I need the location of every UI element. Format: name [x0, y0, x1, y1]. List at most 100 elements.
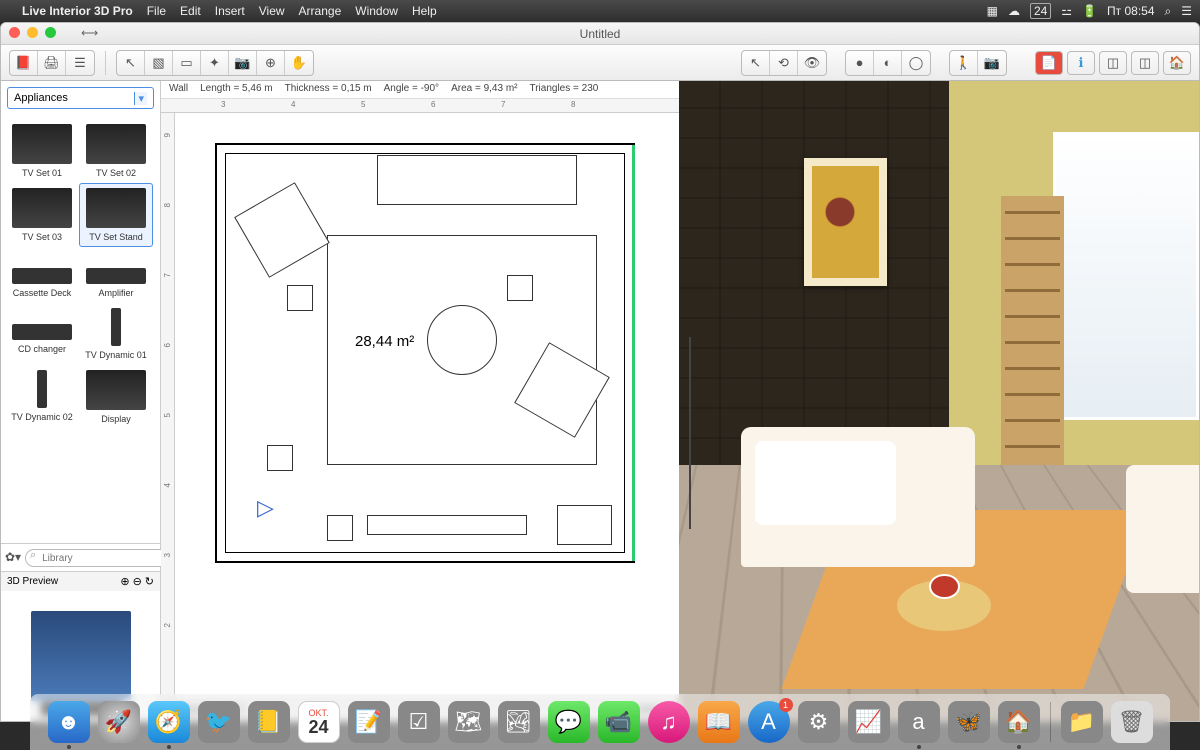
minimize-button[interactable]: [27, 27, 38, 38]
category-select[interactable]: Appliances: [7, 87, 154, 109]
dock-ibooks[interactable]: 📖: [698, 701, 740, 743]
library-item[interactable]: TV Dynamic 02: [5, 365, 79, 429]
tool-pan[interactable]: ✋: [285, 51, 313, 75]
dock-maps[interactable]: 🗺: [448, 701, 490, 743]
expand-icon[interactable]: ⟷: [81, 26, 98, 40]
dock-app2[interactable]: 🦋: [948, 701, 990, 743]
macos-menubar: Live Interior 3D Pro File Edit Insert Vi…: [0, 0, 1200, 22]
app-name[interactable]: Live Interior 3D Pro: [22, 4, 133, 18]
tool-play[interactable]: ◐: [874, 51, 902, 75]
dock-activity[interactable]: 📈: [848, 701, 890, 743]
status-icon[interactable]: ☁: [1008, 4, 1020, 18]
dock-finder[interactable]: ☻: [48, 701, 90, 743]
status-date[interactable]: 24: [1030, 3, 1051, 19]
dock-photos[interactable]: 🏞: [498, 701, 540, 743]
tool-arrow[interactable]: ↖: [742, 51, 770, 75]
dock-safari[interactable]: 🧭: [148, 701, 190, 743]
preview-label[interactable]: 3D Preview: [7, 576, 58, 587]
library-sidebar: Appliances TV Set 01TV Set 02TV Set 03TV…: [1, 81, 161, 721]
zoom-reset-icon[interactable]: ↻: [145, 575, 154, 588]
dock-downloads[interactable]: 📁: [1061, 701, 1103, 743]
tool-wall[interactable]: ▧: [145, 51, 173, 75]
library-item-label: Amplifier: [82, 288, 150, 298]
status-icon[interactable]: ▦: [987, 4, 998, 18]
dock-appstore[interactable]: A1: [748, 701, 790, 743]
library-item[interactable]: CD changer: [5, 303, 79, 365]
tool-room[interactable]: ▭: [173, 51, 201, 75]
dock-mail[interactable]: 🐦: [198, 701, 240, 743]
library-item[interactable]: TV Set 02: [79, 119, 153, 183]
library-item[interactable]: TV Set Stand: [79, 183, 153, 247]
library-item[interactable]: TV Dynamic 01: [79, 303, 153, 365]
tool-snap[interactable]: 📷: [978, 51, 1006, 75]
spotlight-icon[interactable]: ⌕: [1165, 4, 1172, 19]
tool-home[interactable]: 🏠: [1163, 51, 1191, 75]
library-thumb: [111, 308, 121, 346]
tool-zoom[interactable]: ⊕: [257, 51, 285, 75]
dock-facetime[interactable]: 📹: [598, 701, 640, 743]
dock-trash[interactable]: 🗑: [1111, 701, 1153, 743]
library-item[interactable]: TV Set 01: [5, 119, 79, 183]
library-item[interactable]: Display: [79, 365, 153, 429]
library-item[interactable]: TV Set 03: [5, 183, 79, 247]
furn-side-table[interactable]: [507, 275, 533, 301]
tool-info[interactable]: ℹ: [1067, 51, 1095, 75]
furn-side-table[interactable]: [267, 445, 293, 471]
dock-launchpad[interactable]: 🚀: [98, 701, 140, 743]
tool-walk[interactable]: 🚶: [950, 51, 978, 75]
dock-calendar[interactable]: OKT.24: [298, 701, 340, 743]
menu-edit[interactable]: Edit: [180, 4, 201, 18]
library-item[interactable]: Cassette Deck: [5, 247, 79, 303]
zoom-out-icon[interactable]: ⊖: [133, 575, 142, 588]
tool-look[interactable]: 👁: [798, 51, 826, 75]
tool-insp1[interactable]: ◫: [1099, 51, 1127, 75]
tool-stop[interactable]: ◯: [902, 51, 930, 75]
clock[interactable]: Пт 08:54: [1107, 4, 1154, 18]
library-item[interactable]: Amplifier: [79, 247, 153, 303]
library-search-input[interactable]: [25, 549, 181, 567]
furn-side-table[interactable]: [287, 285, 313, 311]
furn-sofa[interactable]: [377, 155, 577, 205]
furn-plant[interactable]: [557, 505, 612, 545]
menu-icon[interactable]: ☰: [1181, 4, 1192, 18]
menu-view[interactable]: View: [259, 4, 285, 18]
tool-orbit[interactable]: ⟲: [770, 51, 798, 75]
camera-icon[interactable]: ▷: [257, 495, 274, 521]
dock-itunes[interactable]: ♫: [648, 701, 690, 743]
tool-camera[interactable]: 📷: [229, 51, 257, 75]
tool-select[interactable]: ↖: [117, 51, 145, 75]
tool-path[interactable]: ✦: [201, 51, 229, 75]
tool-print[interactable]: 🖨: [38, 51, 66, 75]
dock-messages[interactable]: 💬: [548, 701, 590, 743]
furn-side-table[interactable]: [327, 515, 353, 541]
tool-books[interactable]: 📕: [10, 51, 38, 75]
close-button[interactable]: [9, 27, 20, 38]
furn-coffee-table[interactable]: [427, 305, 497, 375]
menu-arrange[interactable]: Arrange: [299, 4, 342, 18]
room-outline[interactable]: ▷: [215, 143, 635, 563]
tool-export[interactable]: 📄: [1035, 51, 1063, 75]
menu-insert[interactable]: Insert: [215, 4, 245, 18]
furn-tv-stand[interactable]: [367, 515, 527, 535]
dock-reminders[interactable]: ☑: [398, 701, 440, 743]
dock-app1[interactable]: a: [898, 701, 940, 743]
menu-file[interactable]: File: [147, 4, 166, 18]
zoom-in-icon[interactable]: ⊕: [120, 575, 129, 588]
tool-rec[interactable]: ●: [846, 51, 874, 75]
menu-window[interactable]: Window: [355, 4, 398, 18]
battery-icon[interactable]: 🔋: [1082, 4, 1097, 18]
tool-list[interactable]: ☰: [66, 51, 94, 75]
wifi-icon[interactable]: ⚍: [1061, 4, 1072, 18]
maximize-button[interactable]: [45, 27, 56, 38]
dock-contacts[interactable]: 📒: [248, 701, 290, 743]
render-3d-view[interactable]: [679, 81, 1199, 721]
selected-wall[interactable]: [632, 145, 635, 561]
tool-insp2[interactable]: ◫: [1131, 51, 1159, 75]
toolbar: 📕🖨☰ ↖▧▭✦📷⊕✋ ↖⟲👁 ●◐◯ 🚶📷 📄ℹ◫◫🏠: [1, 45, 1199, 81]
library-gear-icon[interactable]: ✿▾: [5, 550, 21, 564]
floor-plan-canvas[interactable]: ▷ 28,44 m²: [175, 113, 679, 699]
menu-help[interactable]: Help: [412, 4, 437, 18]
dock-prefs[interactable]: ⚙: [798, 701, 840, 743]
dock-liveinterior[interactable]: 🏠: [998, 701, 1040, 743]
dock-notes[interactable]: 📝: [348, 701, 390, 743]
